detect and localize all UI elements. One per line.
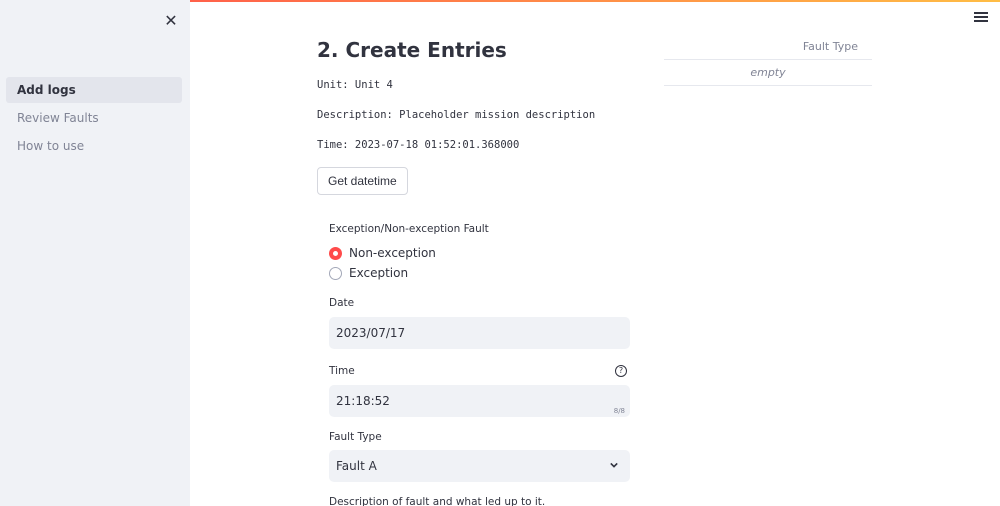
time-label: Time	[329, 365, 355, 377]
chevron-down-icon	[610, 462, 618, 468]
character-counter: 8/8	[613, 407, 625, 415]
fault-table: Fault Type empty	[664, 36, 872, 86]
radio-unchecked-icon	[329, 266, 342, 280]
sidebar: ✕ Add logs Review Faults How to use	[0, 0, 190, 506]
description-line: Description: Placeholder mission descrip…	[317, 109, 596, 121]
date-label: Date	[329, 297, 355, 309]
radio-exception-label: Exception	[349, 266, 409, 280]
table-header-fault-type: Fault Type	[664, 36, 872, 60]
fault-type-value: Fault A	[336, 459, 377, 473]
help-icon[interactable]: ?	[615, 365, 627, 377]
time-line: Time: 2023-07-18 01:52:01.368000	[317, 139, 520, 151]
main-menu-button[interactable]	[974, 12, 988, 24]
get-datetime-button[interactable]: Get datetime	[317, 167, 408, 195]
radio-exception[interactable]: Exception	[329, 264, 408, 282]
radio-non-exception-label: Non-exception	[349, 246, 436, 260]
sidebar-item-how-to-use[interactable]: How to use	[6, 133, 182, 159]
fault-type-label: Fault Type	[329, 431, 382, 443]
date-input[interactable]: 2023/07/17	[329, 317, 630, 349]
hamburger-icon-line	[974, 20, 988, 22]
unit-line: Unit: Unit 4	[317, 79, 393, 91]
main-content: 2. Create Entries Unit: Unit 4 Descripti…	[317, 0, 637, 506]
table-empty-cell: empty	[664, 60, 872, 86]
fault-type-select[interactable]: Fault A	[329, 450, 630, 482]
page-title: 2. Create Entries	[317, 38, 507, 62]
date-value: 2023/07/17	[336, 326, 406, 340]
radio-checked-icon	[329, 246, 342, 260]
sidebar-item-review-faults[interactable]: Review Faults	[6, 105, 182, 131]
time-value: 21:18:52	[336, 394, 390, 408]
sidebar-item-add-logs[interactable]: Add logs	[6, 77, 182, 103]
hamburger-icon-line	[974, 12, 988, 14]
sidebar-nav: Add logs Review Faults How to use	[6, 77, 182, 161]
close-sidebar-button[interactable]: ✕	[160, 10, 182, 32]
fault-kind-label: Exception/Non-exception Fault	[329, 223, 489, 235]
close-icon: ✕	[164, 11, 178, 30]
time-input[interactable]: 21:18:52 8/8	[329, 385, 630, 417]
hamburger-icon-line	[974, 16, 988, 18]
description-field-label: Description of fault and what led up to …	[329, 496, 546, 506]
radio-non-exception[interactable]: Non-exception	[329, 244, 436, 262]
